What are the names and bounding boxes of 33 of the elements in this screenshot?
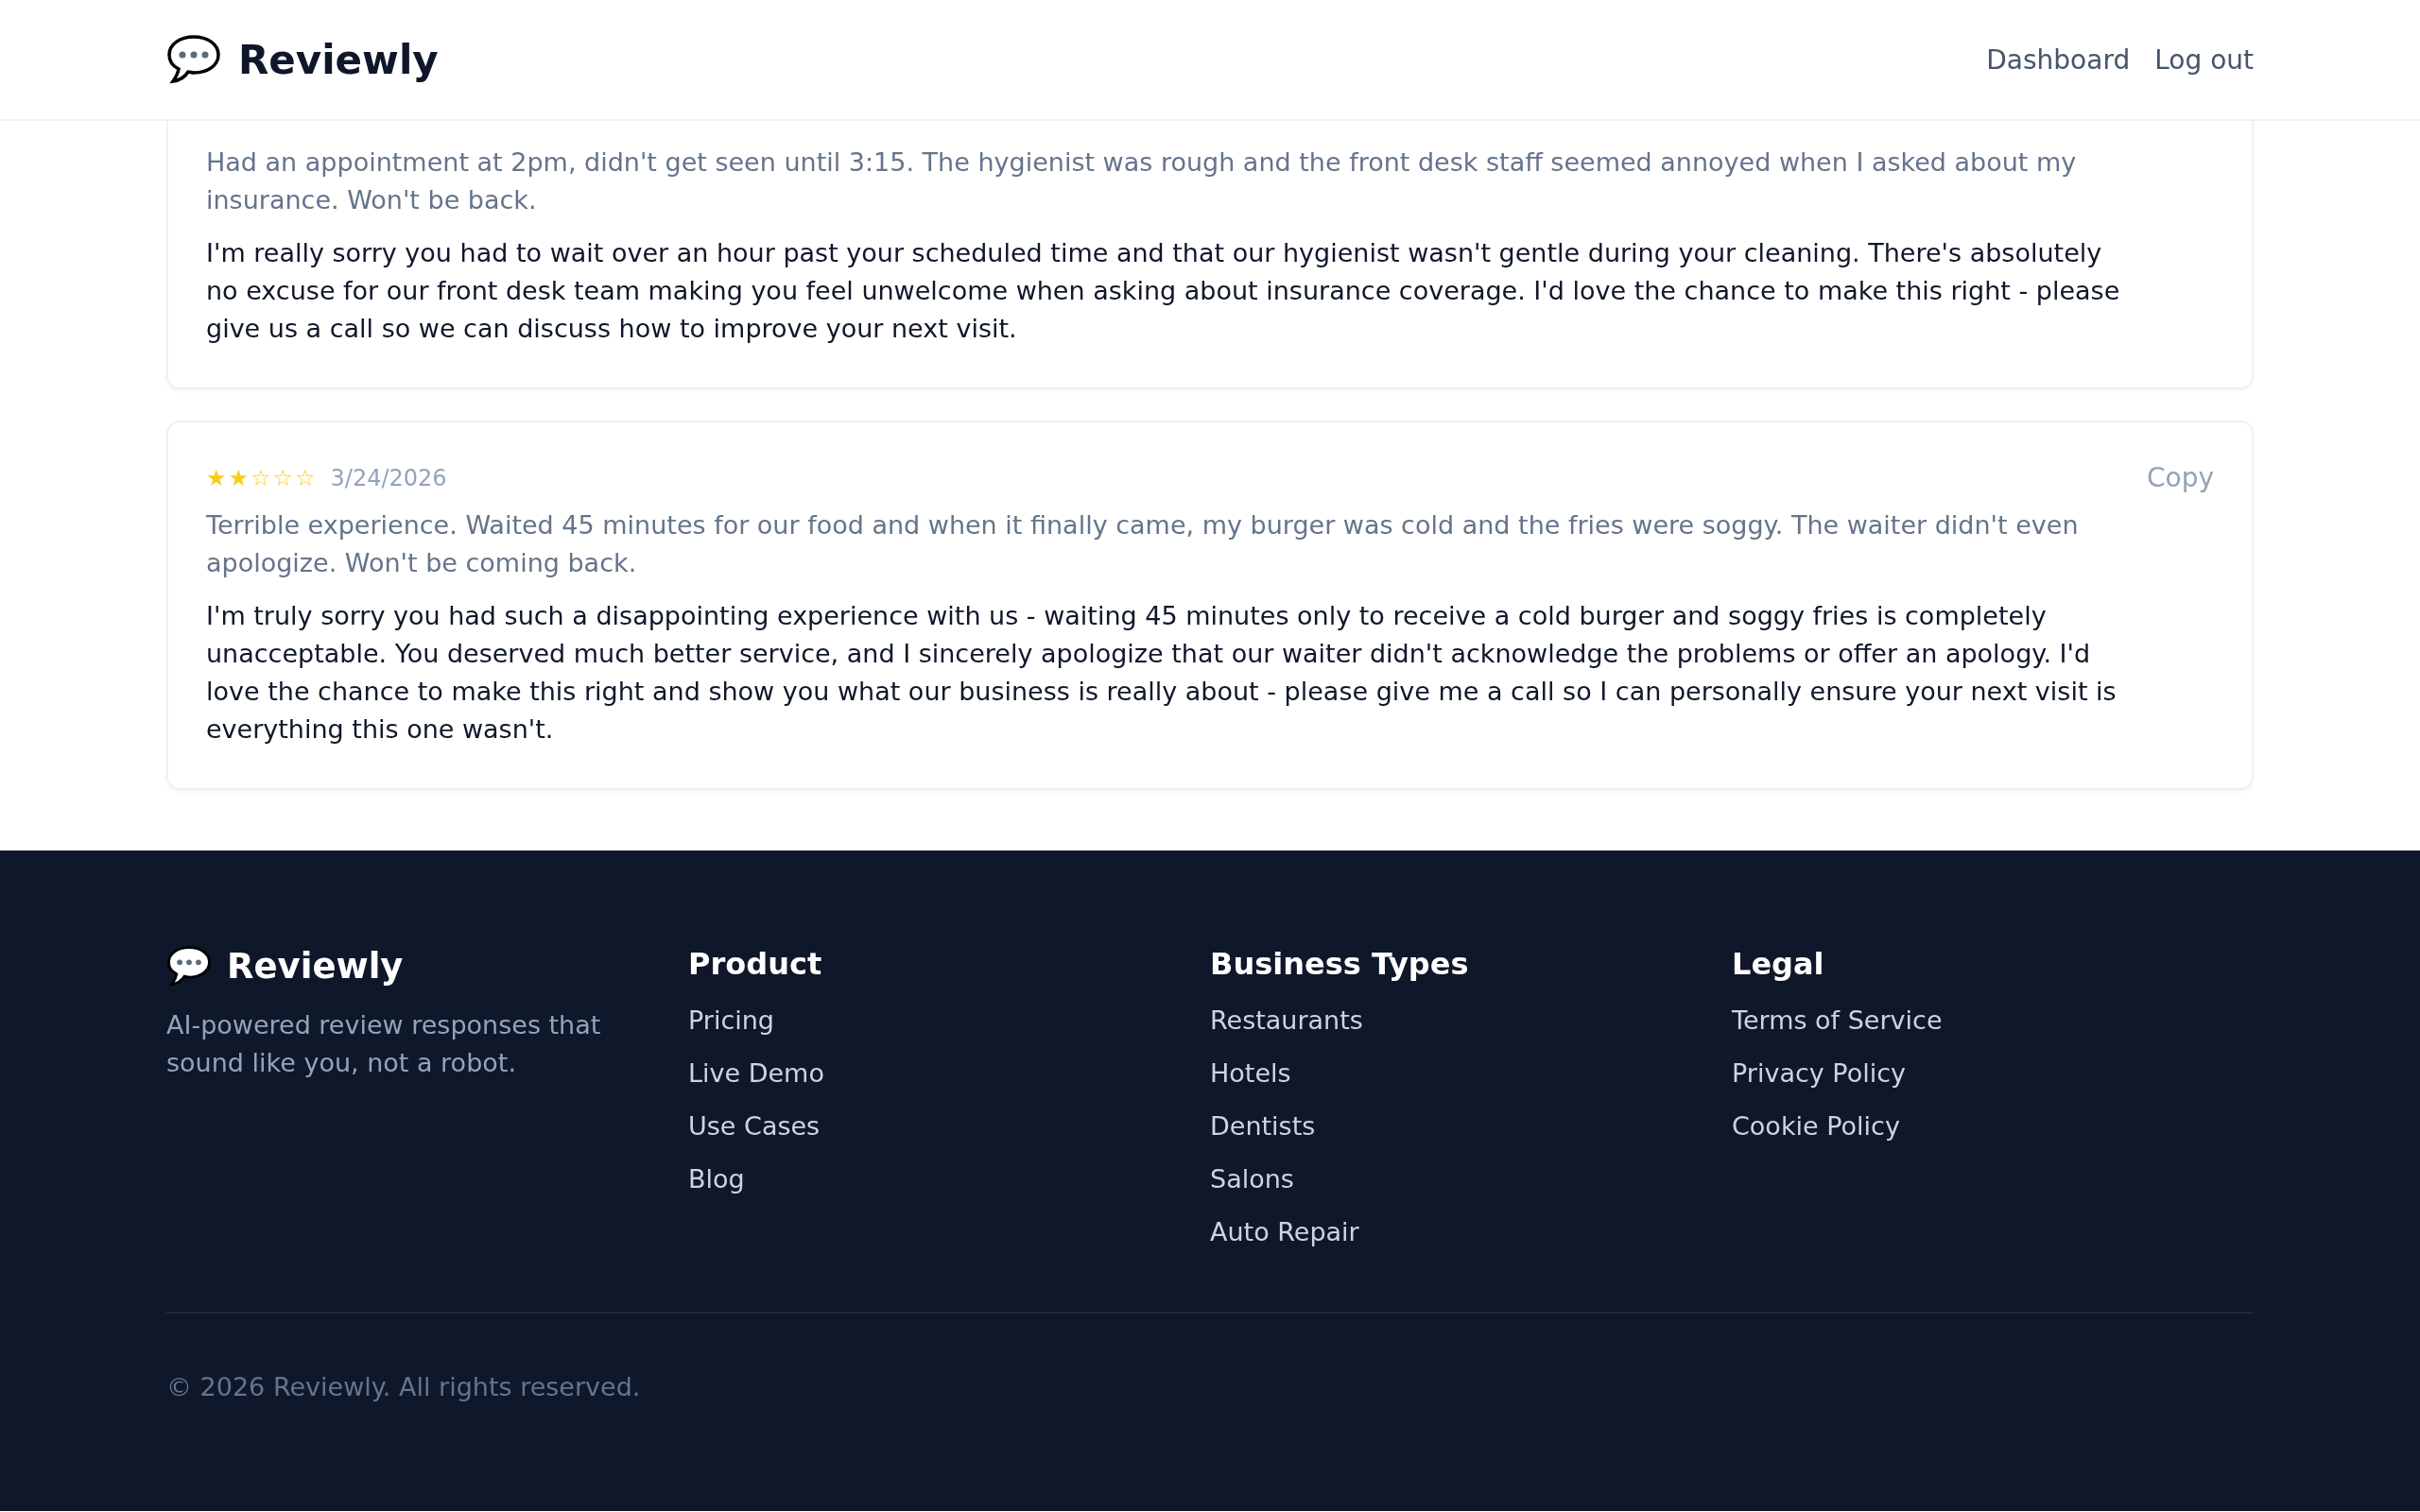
brand-name: Reviewly — [227, 946, 404, 987]
filled-star-icon: ★ — [228, 464, 250, 491]
footer-link[interactable]: Blog — [688, 1160, 1210, 1198]
nav-link[interactable]: Log out — [2154, 43, 2254, 76]
review-text: Terrible experience. Waited 45 minutes for our food and when it finally came, my burger was cold and the fries were soggy. The waiter didn't even apologize. Won't be coming back. — [206, 509, 2080, 579]
empty-star-icon: ☆ — [295, 464, 316, 491]
nav-link[interactable]: Dashboard — [1986, 43, 2131, 76]
speech-bubble-icon — [166, 945, 212, 988]
footer-link[interactable]: Salons — [1210, 1160, 1732, 1198]
empty-star-icon: ☆ — [272, 464, 294, 491]
speech-bubble-icon — [166, 34, 221, 85]
footer-link[interactable]: Auto Repair — [1210, 1213, 1732, 1251]
response-text: I'm truly sorry you had such a disappointing experience with us - waiting 45 minutes only to receive a cold burger and soggy fries is completely unacceptable. You deserved much better service, and I sincerely apologize that our waiter didn't acknowledge the problems or offer an apology. I'd love the chance to make this right and show you what our business is really about - please give me a call so I can personally ensure your next visit is everything this one wasn't. — [206, 600, 2118, 746]
column-heading: Product — [688, 945, 823, 983]
footer-link[interactable]: Pricing — [688, 1002, 1210, 1040]
tagline: AI-powered review responses that sound like you, not a robot. — [166, 1009, 602, 1079]
response-text: I'm really sorry you had to wait over an hour past your scheduled time and that our hygienist wasn't gentle during your cleaning. There's absolutely no excuse for our front desk team making you feel unwelcome when asking about insurance coverage. I'd love the chance to make this right - please give us a call so we can discuss how to improve your next visit. — [206, 237, 2121, 345]
empty-star-icon: ☆ — [251, 464, 271, 491]
footer-link[interactable]: Privacy Policy — [1732, 1055, 2254, 1092]
column-heading: Legal — [1732, 945, 1825, 983]
review-date: 3/24/2026 — [330, 464, 447, 491]
column-heading: Business Types — [1210, 945, 1470, 983]
filled-star-icon: ★ — [206, 464, 227, 491]
footer-link[interactable]: Dentists — [1210, 1108, 1732, 1145]
review-text: Had an appointment at 2pm, didn't get seen until 3:15. The hygienist was rough and the front desk staff seemed annoyed when I asked about my insurance. Won't be back. — [206, 146, 2078, 216]
footer-link[interactable]: Terms of Service — [1732, 1002, 2254, 1040]
footer-link[interactable]: Hotels — [1210, 1055, 1732, 1092]
footer-link[interactable]: Cookie Policy — [1732, 1108, 2254, 1145]
copyright: © 2026 Reviewly. All rights reserved. — [166, 1372, 641, 1401]
brand-name[interactable]: Reviewly — [238, 36, 439, 83]
footer-link[interactable]: Use Cases — [688, 1108, 1210, 1145]
footer-link[interactable]: Restaurants — [1210, 1002, 1732, 1040]
footer-link[interactable]: Live Demo — [688, 1055, 1210, 1092]
